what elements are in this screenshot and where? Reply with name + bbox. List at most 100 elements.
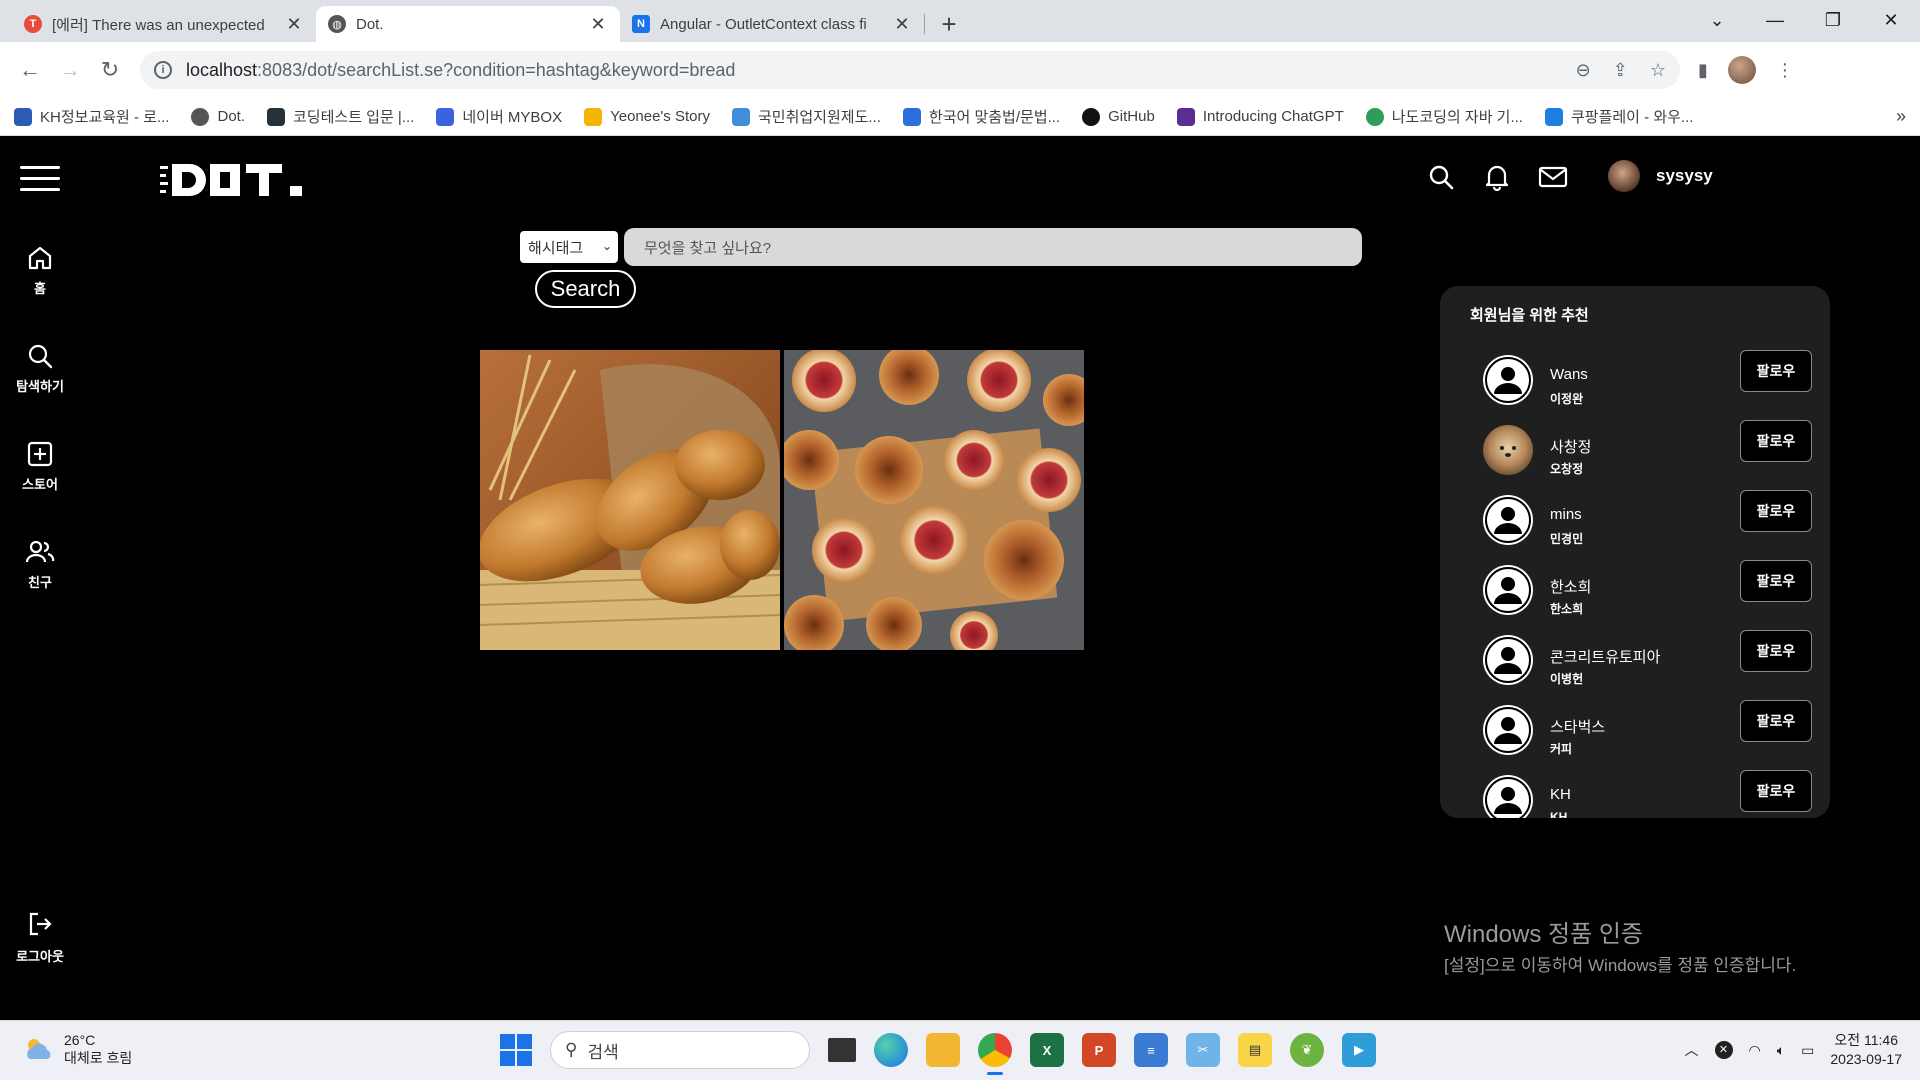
avatar [1483,425,1533,475]
follow-button[interactable]: 팔로우 [1740,700,1812,742]
bookmark-item[interactable]: Introducing ChatGPT [1176,107,1344,126]
recommendation-list: Wans 이정완 팔로우 사창정 오창정 팔로우 mins 민경민 팔로우 한소… [1440,350,1830,818]
clock[interactable]: 오전 11:46 2023-09-17 [1830,1031,1902,1069]
default-avatar-icon [1483,635,1533,685]
more-bookmarks-icon[interactable]: » [1896,106,1906,127]
browser-tab-2[interactable]: N Angular - OutletContext class fi ✕ [620,6,924,42]
back-icon[interactable]: ← [12,52,48,88]
follow-button[interactable]: 팔로우 [1740,770,1812,812]
bookmark-favicon-icon [1365,107,1384,126]
wifi-icon[interactable]: ◠ [1749,1042,1761,1059]
dot-app: sysysy 홈 탐색하기 스토어 친구 로그아웃 해시태그 ⌄ 무엇을 찾고 [0,136,1920,1019]
notepad-icon[interactable]: ≡ [1134,1033,1168,1067]
logout-label: 로그아웃 [16,949,64,964]
recommend-nickname[interactable]: KH [1550,786,1571,803]
dot-logo[interactable] [160,156,310,212]
browser-tab-1[interactable]: ◍ Dot. ✕ [316,6,620,42]
recommendation-title: 회원님을 위한 추천 [1470,307,1589,324]
browser-tab-0[interactable]: T [에러] There was an unexpected ✕ [12,6,316,42]
excel-icon[interactable]: X [1030,1033,1064,1067]
bookmark-item[interactable]: 나도코딩의 자바 기... [1365,106,1523,127]
sticky-notes-icon[interactable]: ▤ [1238,1033,1272,1067]
bookmark-item[interactable]: 네이버 MYBOX [436,106,562,127]
user-menu[interactable]: sysysy [1608,160,1713,192]
bell-icon[interactable] [1480,160,1514,194]
mail-icon[interactable] [1536,160,1570,194]
search-input[interactable]: 무엇을 찾고 싶나요? [624,228,1362,266]
bookmark-item[interactable]: GitHub [1082,107,1155,126]
search-condition-select[interactable]: 해시태그 ⌄ [520,231,618,263]
bookmark-item[interactable]: Yeonee's Story [584,107,710,126]
chevron-up-icon[interactable]: ︿ [1685,1040,1699,1060]
bookmark-item[interactable]: 국민취업지원제도... [731,106,881,127]
reload-icon[interactable]: ↻ [92,52,128,88]
speaker-icon[interactable]: 🔈︎ [1777,1042,1785,1059]
bookmark-item[interactable]: Dot. [191,107,245,126]
logout-button[interactable]: 로그아웃 [0,910,80,965]
edge-icon[interactable] [874,1033,908,1067]
task-view-icon[interactable] [828,1038,856,1062]
side-panel-icon[interactable]: ▮ [1698,60,1708,81]
share-icon[interactable]: ⇪ [1613,60,1628,81]
follow-button[interactable]: 팔로우 [1740,420,1812,462]
sidebar-item-friends[interactable]: 친구 [0,538,80,606]
address-bar[interactable]: i localhost:8083/dot/searchList.se?condi… [140,51,1680,89]
close-icon[interactable]: ✕ [892,14,912,34]
snipping-tool-icon[interactable]: ✂ [1186,1033,1220,1067]
username: sysysy [1656,166,1713,185]
file-explorer-icon[interactable] [926,1033,960,1067]
follow-button[interactable]: 팔로우 [1740,630,1812,672]
tab-search-icon[interactable]: ⌄ [1688,0,1746,40]
search-button[interactable]: Search [535,270,636,308]
hamburger-menu-icon[interactable] [20,166,60,199]
forward-icon[interactable]: → [52,52,88,88]
sidebar-item-home[interactable]: 홈 [0,244,80,312]
recommend-name: KH [1550,810,1568,818]
app-tray-icon[interactable]: ✕ [1714,1041,1733,1059]
recommend-nickname[interactable]: 사창정 [1550,436,1591,457]
recommend-nickname[interactable]: Wans [1550,366,1588,383]
new-tab-button[interactable]: + [931,6,967,42]
close-icon[interactable]: ✕ [284,14,304,34]
result-image-bread-loaves[interactable] [480,350,780,650]
default-avatar-icon [1483,705,1533,755]
zoom-icon[interactable]: ⊖ [1576,60,1591,81]
sidebar-item-store[interactable]: 스토어 [0,440,80,508]
bookmark-item[interactable]: 쿠팡플레이 - 와우... [1544,106,1693,127]
minimize-icon[interactable]: — [1746,0,1804,40]
spring-tool-icon[interactable]: ❦ [1290,1033,1324,1067]
follow-button[interactable]: 팔로우 [1740,350,1812,392]
maximize-icon[interactable]: ❐ [1804,0,1862,40]
temperature: 26°C [64,1032,96,1048]
search-icon[interactable] [1424,160,1458,194]
windows-start-icon[interactable] [500,1034,532,1066]
windows-taskbar: 26°C 대체로 흐림 ⚲ 검색 X P ≡ ✂ ▤ ❦ ▶ ︿ ✕ ◠ 🔈︎ … [0,1020,1920,1080]
follow-button[interactable]: 팔로우 [1740,560,1812,602]
bookmark-star-icon[interactable]: ☆ [1650,60,1666,81]
recommend-name: 오창정 [1550,462,1584,476]
recommend-nickname[interactable]: mins [1550,506,1582,523]
recommend-nickname[interactable]: 한소희 [1550,576,1591,597]
close-window-icon[interactable]: ✕ [1862,0,1920,40]
bookmark-item[interactable]: KH정보교육원 - 로... [14,106,169,127]
recommend-nickname[interactable]: 콘크리트유토피아 [1550,646,1660,667]
menu-kebab-icon[interactable]: ⋮ [1776,60,1794,81]
recommend-nickname[interactable]: 스타벅스 [1550,716,1605,737]
media-app-icon[interactable]: ▶ [1342,1033,1376,1067]
taskbar-search-input[interactable]: ⚲ 검색 [550,1031,810,1069]
site-info-icon[interactable]: i [154,61,172,79]
tab-title: Dot. [356,15,384,33]
battery-icon[interactable]: ▭ [1801,1042,1814,1059]
profile-avatar[interactable] [1727,56,1756,84]
chrome-icon[interactable] [978,1033,1012,1075]
result-image-pastries[interactable] [784,350,1084,650]
close-icon[interactable]: ✕ [588,14,608,34]
follow-button[interactable]: 팔로우 [1740,490,1812,532]
plus-square-icon [27,441,53,467]
bookmark-item[interactable]: 코딩테스트 입문 |... [267,106,414,127]
bookmark-item[interactable]: 한국어 맞춤법/문법... [902,106,1060,127]
powerpoint-icon[interactable]: P [1082,1033,1116,1067]
weather-widget[interactable]: 26°C 대체로 흐림 [22,1031,132,1067]
list-item: 한소희 한소희 팔로우 [1440,560,1830,634]
sidebar-item-explore[interactable]: 탐색하기 [0,342,80,410]
